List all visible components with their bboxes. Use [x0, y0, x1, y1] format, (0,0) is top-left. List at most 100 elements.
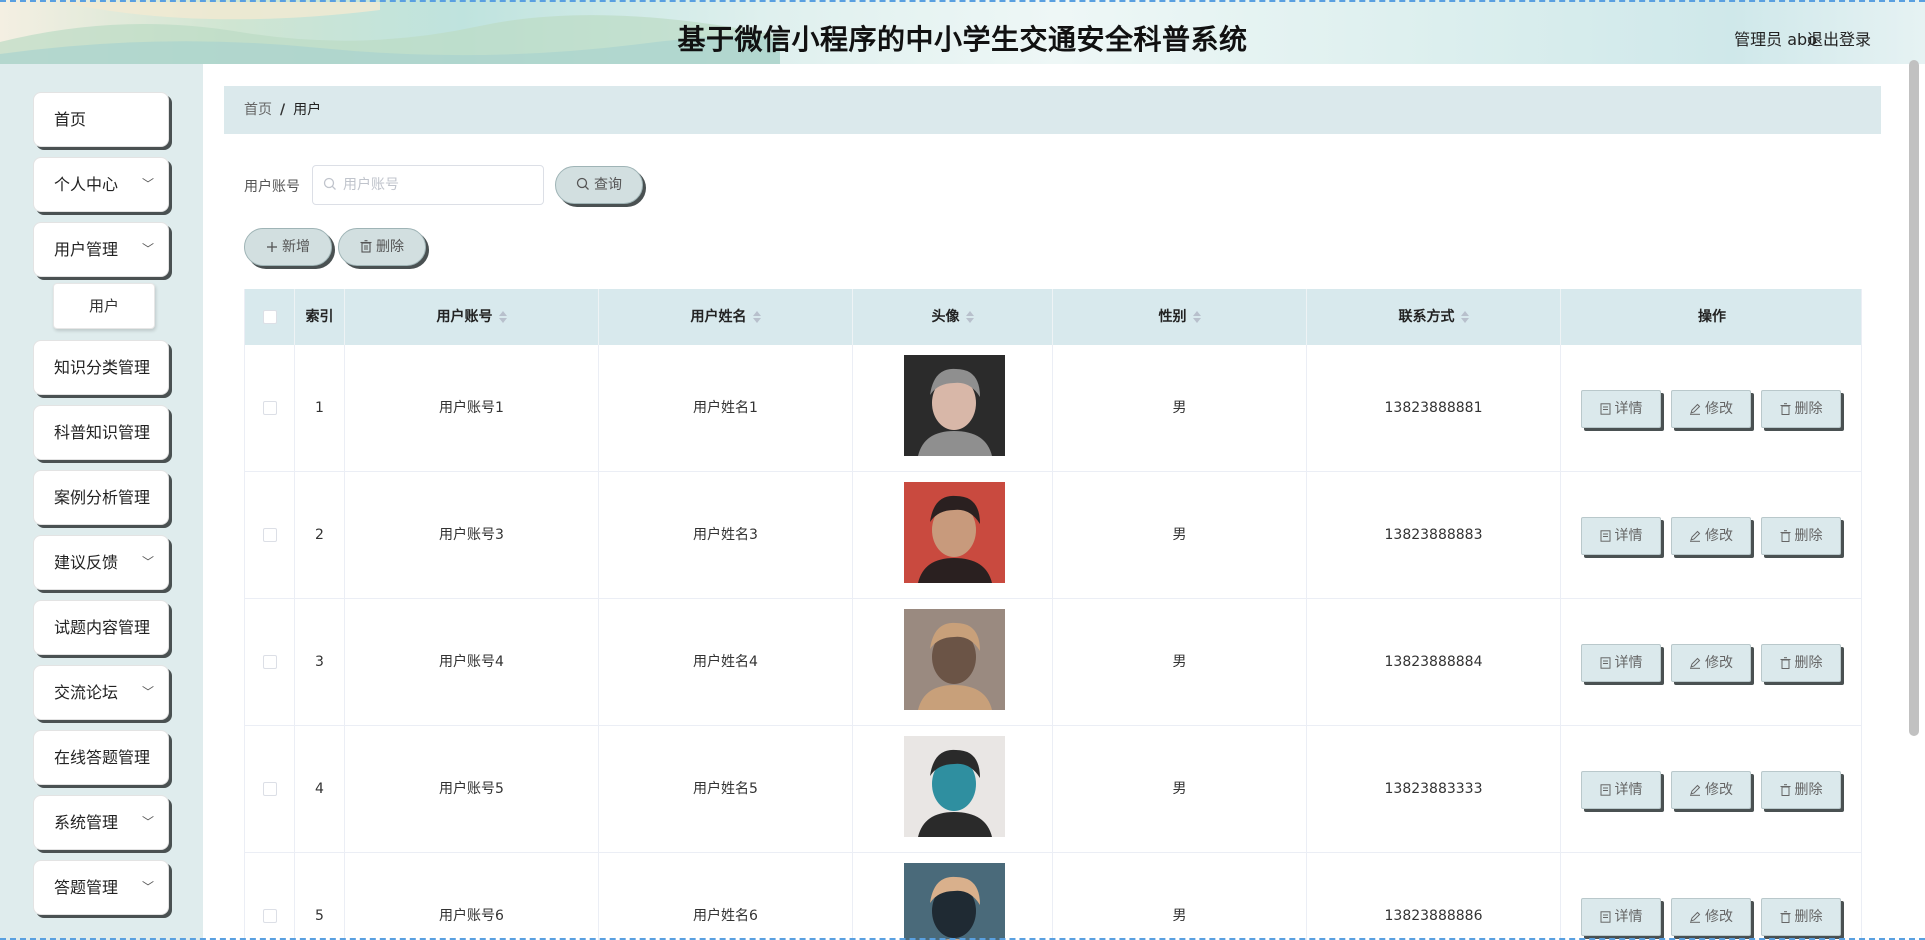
sidebar-item-label: 科普知识管理 [54, 423, 151, 442]
sort-icon[interactable] [498, 310, 507, 324]
delete-button[interactable]: 删除 [1761, 771, 1841, 809]
table-row: 4 用户账号5 用户姓名5 男 13823883333 详情 修改 删除 [245, 726, 1861, 853]
batch-delete-button[interactable]: 删除 [338, 228, 426, 266]
sidebar-item-label: 个人中心 [54, 175, 119, 194]
document-icon [1600, 784, 1610, 796]
search-button[interactable]: 查询 [555, 166, 643, 204]
plus-icon [267, 242, 277, 252]
detail-button[interactable]: 详情 [1581, 517, 1661, 555]
edit-button[interactable]: 修改 [1671, 517, 1751, 555]
delete-button[interactable]: 删除 [1761, 898, 1841, 936]
sidebar-item-label: 建议反馈 [54, 553, 119, 572]
cell-name: 用户姓名3 [599, 472, 853, 599]
select-all-checkbox[interactable] [262, 310, 277, 324]
sidebar-item-label: 答题管理 [54, 878, 119, 897]
sidebar-item-home[interactable]: 首页 [33, 92, 169, 147]
sidebar-item-label: 用户管理 [54, 240, 119, 259]
document-icon [1600, 530, 1610, 542]
cell-actions: 详情 修改 删除 [1561, 345, 1861, 472]
delete-button[interactable]: 删除 [1761, 517, 1841, 555]
sidebar-item-forum[interactable]: 交流论坛 ﹀ [33, 665, 169, 720]
sidebar-item-answers[interactable]: 答题管理 ﹀ [33, 860, 169, 915]
delete-button-label: 删除 [1794, 909, 1823, 925]
select-all-cell [245, 289, 295, 345]
search-field[interactable] [312, 165, 544, 205]
cell-avatar [853, 726, 1053, 853]
sidebar-item-label: 交流论坛 [54, 683, 119, 702]
cell-actions: 详情 修改 删除 [1561, 599, 1861, 726]
app-header: 基于微信小程序的中小学生交通安全科普系统 管理员 abo 退出登录 [0, 0, 1925, 64]
row-checkbox[interactable] [262, 528, 277, 542]
row-checkbox[interactable] [262, 401, 277, 415]
sidebar-item-user-management[interactable]: 用户管理 ﹀ [33, 222, 169, 277]
edit-button-label: 修改 [1705, 655, 1733, 671]
cell-account: 用户账号4 [345, 599, 599, 726]
cell-avatar [853, 472, 1053, 599]
cell-phone: 13823888881 [1307, 345, 1561, 472]
row-checkbox[interactable] [262, 655, 277, 669]
edit-button[interactable]: 修改 [1671, 644, 1751, 682]
sidebar-item-question-content[interactable]: 试题内容管理 [33, 600, 169, 655]
detail-button-label: 详情 [1614, 401, 1643, 417]
cell-name: 用户姓名5 [599, 726, 853, 853]
add-button-label: 新增 [282, 239, 310, 255]
detail-button[interactable]: 详情 [1581, 390, 1661, 428]
detail-button[interactable]: 详情 [1581, 644, 1661, 682]
search-label: 用户账号 [244, 179, 300, 195]
cell-gender: 男 [1053, 599, 1307, 726]
cell-index: 5 [295, 853, 345, 940]
sidebar-item-science-knowledge[interactable]: 科普知识管理 [33, 405, 169, 460]
sidebar-subitem-user[interactable]: 用户 [53, 283, 155, 329]
edit-button[interactable]: 修改 [1671, 898, 1751, 936]
table-row: 1 用户账号1 用户姓名1 男 13823888881 详情 修改 删除 [245, 345, 1861, 472]
trash-icon [1780, 403, 1790, 415]
row-checkbox[interactable] [262, 782, 277, 796]
delete-button[interactable]: 删除 [1761, 644, 1841, 682]
sort-icon[interactable] [965, 310, 974, 324]
sidebar-item-online-quiz[interactable]: 在线答题管理 [33, 730, 169, 785]
document-icon [1600, 403, 1610, 415]
detail-button-label: 详情 [1614, 782, 1643, 798]
trash-icon [1780, 911, 1790, 923]
edit-button[interactable]: 修改 [1671, 771, 1751, 809]
column-header-name[interactable]: 用户姓名 [599, 289, 853, 345]
edit-icon [1690, 530, 1701, 542]
breadcrumb-home[interactable]: 首页 [244, 102, 272, 118]
cell-avatar [853, 853, 1053, 940]
delete-button-label: 删除 [1794, 782, 1823, 798]
user-avatar [904, 482, 1005, 583]
column-header-avatar[interactable]: 头像 [853, 289, 1053, 345]
sort-icon[interactable] [752, 310, 761, 324]
sort-icon[interactable] [1460, 310, 1469, 324]
sidebar-item-case-analysis[interactable]: 案例分析管理 [33, 470, 169, 525]
add-button[interactable]: 新增 [244, 228, 332, 266]
row-checkbox[interactable] [262, 909, 277, 923]
edit-button-label: 修改 [1705, 909, 1733, 925]
cell-account: 用户账号1 [345, 345, 599, 472]
edit-button-label: 修改 [1705, 401, 1733, 417]
logout-link[interactable]: 退出登录 [1807, 26, 1871, 50]
user-avatar [904, 863, 1005, 940]
search-input[interactable] [343, 174, 533, 196]
delete-button[interactable]: 删除 [1761, 390, 1841, 428]
chevron-down-icon: ﹀ [141, 177, 154, 191]
sidebar-item-system[interactable]: 系统管理 ﹀ [33, 795, 169, 850]
cell-name: 用户姓名4 [599, 599, 853, 726]
breadcrumb: 首页 / 用户 [224, 86, 1881, 134]
sidebar-item-feedback[interactable]: 建议反馈 ﹀ [33, 535, 169, 590]
column-header-phone[interactable]: 联系方式 [1307, 289, 1561, 345]
column-header-gender[interactable]: 性别 [1053, 289, 1307, 345]
chevron-down-icon: ﹀ [141, 880, 154, 894]
column-header-account[interactable]: 用户账号 [345, 289, 599, 345]
edit-button[interactable]: 修改 [1671, 390, 1751, 428]
breadcrumb-separator: / [280, 102, 286, 118]
page-scrollbar[interactable] [1909, 60, 1919, 736]
delete-button-label: 删除 [1794, 401, 1823, 417]
detail-button[interactable]: 详情 [1581, 771, 1661, 809]
detail-button[interactable]: 详情 [1581, 898, 1661, 936]
sidebar-item-knowledge-category[interactable]: 知识分类管理 [33, 340, 169, 395]
cell-gender: 男 [1053, 853, 1307, 940]
sidebar-item-profile[interactable]: 个人中心 ﹀ [33, 157, 169, 212]
table-row: 3 用户账号4 用户姓名4 男 13823888884 详情 修改 删除 [245, 599, 1861, 726]
sort-icon[interactable] [1192, 310, 1201, 324]
